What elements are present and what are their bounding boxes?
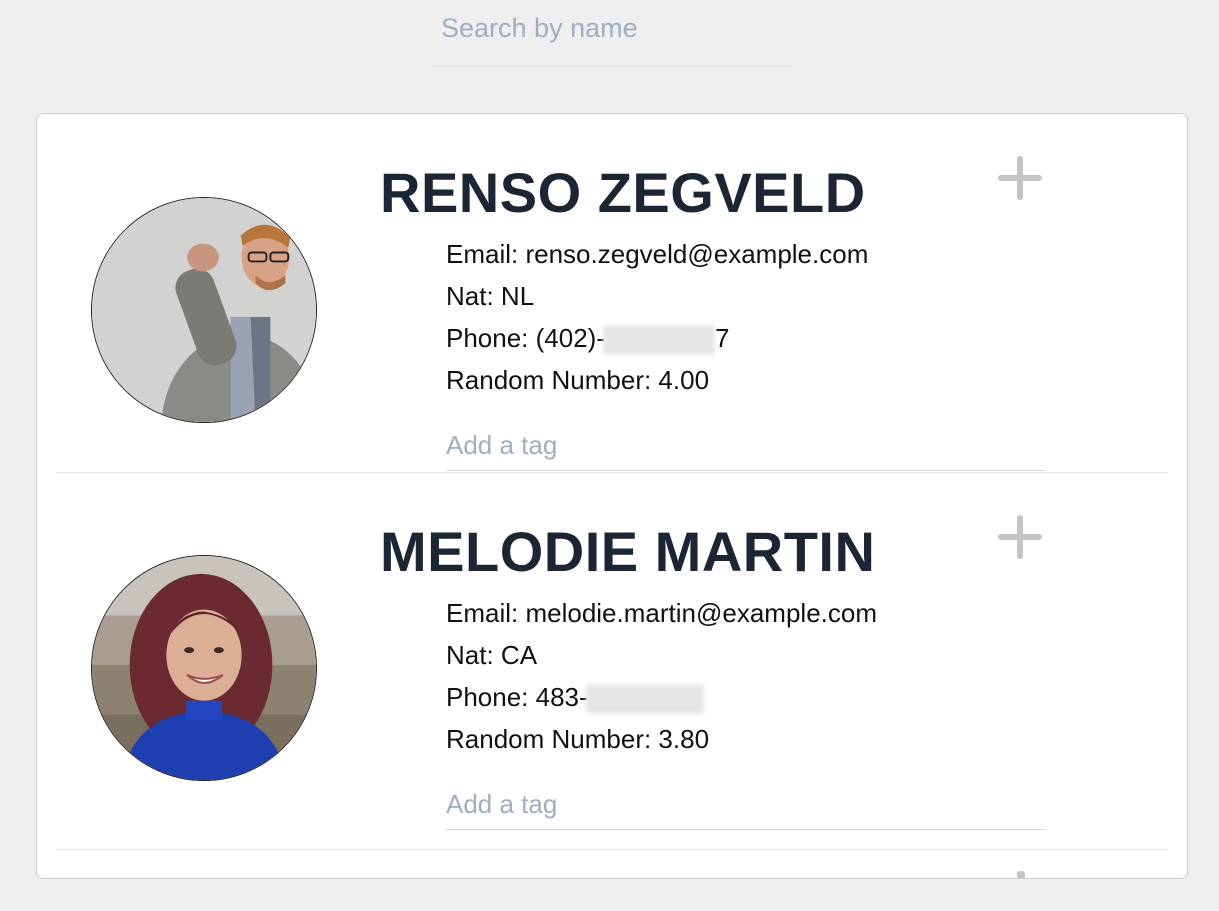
random-number-value: 3.80 bbox=[658, 724, 710, 754]
phone-value: 483- bbox=[535, 682, 588, 712]
avatar-photo-woman bbox=[92, 556, 316, 780]
student-item: RENSO ZEGVELD Email: renso.zegveld@examp… bbox=[56, 114, 1168, 473]
add-tag-input[interactable] bbox=[446, 787, 1006, 821]
phone-label: Phone: bbox=[446, 682, 536, 712]
phone-value: (402)- bbox=[535, 323, 605, 353]
nat-value: NL bbox=[500, 281, 535, 311]
student-item: MELODIE MARTIN Email: melodie.martin@exa… bbox=[56, 491, 1168, 850]
random-number-row: Random Number: 4.00 bbox=[446, 359, 868, 401]
random-number-value: 4.00 bbox=[658, 365, 710, 395]
phone-row: Phone: 483- bbox=[446, 676, 877, 718]
email-row: Email: renso.zegveld@example.com bbox=[446, 233, 868, 275]
search-bar bbox=[433, 0, 793, 67]
students-card[interactable]: RENSO ZEGVELD Email: renso.zegveld@examp… bbox=[36, 113, 1188, 879]
email-label: Email: bbox=[446, 598, 526, 628]
nat-label: Nat: bbox=[446, 640, 501, 670]
nat-value: CA bbox=[500, 640, 538, 670]
email-value: renso.zegveld@example.com bbox=[525, 239, 869, 269]
redacted-phone bbox=[603, 325, 715, 356]
add-tag-input[interactable] bbox=[446, 428, 1006, 462]
search-input[interactable] bbox=[441, 9, 781, 47]
avatar bbox=[91, 197, 317, 423]
phone-label: Phone: bbox=[446, 323, 536, 353]
nat-label: Nat: bbox=[446, 281, 501, 311]
student-details: Email: melodie.martin@example.com Nat: C… bbox=[446, 592, 877, 760]
random-number-label: Random Number: bbox=[446, 365, 659, 395]
avatar-photo-man bbox=[92, 198, 316, 422]
email-value: melodie.martin@example.com bbox=[525, 598, 877, 628]
plus-icon bbox=[998, 156, 1042, 200]
student-name: MELODIE MARTIN bbox=[380, 520, 876, 583]
phone-row: Phone: (402)- 7 bbox=[446, 317, 868, 359]
nat-row: Nat: NL bbox=[446, 275, 868, 317]
phone-tail: 7 bbox=[715, 323, 730, 353]
expand-button[interactable] bbox=[996, 154, 1044, 202]
email-label: Email: bbox=[446, 239, 526, 269]
email-row: Email: melodie.martin@example.com bbox=[446, 592, 877, 634]
random-number-row: Random Number: 3.80 bbox=[446, 718, 877, 760]
random-number-label: Random Number: bbox=[446, 724, 659, 754]
tag-field bbox=[446, 422, 1046, 471]
student-details: Email: renso.zegveld@example.com Nat: NL… bbox=[446, 233, 868, 401]
nat-row: Nat: CA bbox=[446, 634, 877, 676]
plus-icon bbox=[1017, 871, 1025, 878]
redacted-phone bbox=[585, 684, 704, 715]
tag-field bbox=[446, 781, 1046, 830]
student-name: RENSO ZEGVELD bbox=[380, 161, 866, 224]
plus-icon bbox=[998, 515, 1042, 559]
avatar bbox=[91, 555, 317, 781]
expand-button[interactable] bbox=[996, 513, 1044, 561]
